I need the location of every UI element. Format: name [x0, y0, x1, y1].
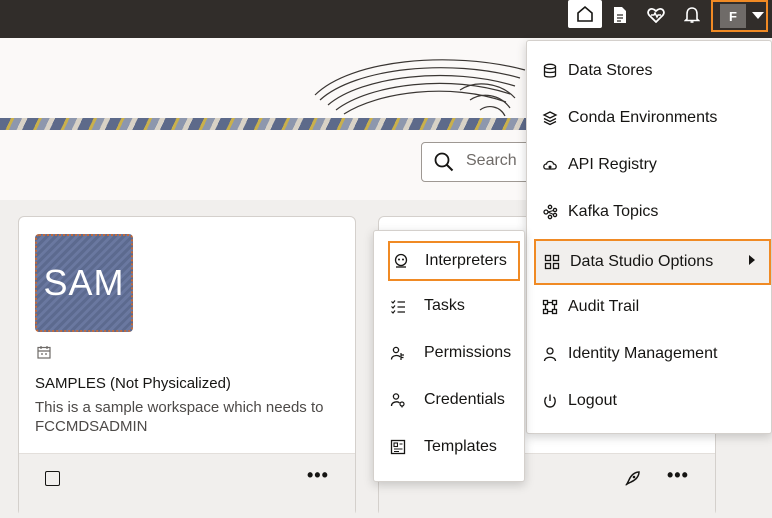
interpreter-icon: [392, 252, 410, 270]
thumbnail-text: SAM: [43, 262, 125, 303]
search-placeholder: Search: [466, 152, 517, 169]
top-bar: F: [0, 0, 772, 38]
cloud-api-icon: [541, 156, 559, 174]
documents-button[interactable]: [606, 0, 634, 30]
decorative-pattern: [0, 118, 560, 130]
rocket-icon[interactable]: [623, 470, 641, 488]
more-actions-icon[interactable]: •••: [307, 465, 329, 486]
data-studio-submenu: Interpreters Tasks Permissions Credentia…: [373, 230, 525, 482]
workspace-owner: FCCMDSADMIN: [35, 418, 148, 435]
menu-item-label: Data Studio Options: [570, 253, 714, 270]
power-icon: [541, 392, 559, 410]
kafka-icon: [541, 203, 559, 221]
submenu-item-label: Templates: [424, 438, 497, 455]
menu-item-label: Kafka Topics: [568, 203, 659, 220]
card-footer: •••: [19, 453, 355, 518]
menu-item-label: Logout: [568, 392, 617, 409]
menu-item-label: Audit Trail: [568, 298, 640, 315]
submenu-item-tasks[interactable]: Tasks: [374, 287, 524, 325]
workspace-description: This is a sample workspace which needs t…: [35, 398, 345, 436]
menu-item-label: API Registry: [568, 156, 657, 173]
menu-item-logout[interactable]: Logout: [527, 381, 771, 421]
fingerprint-illustration: [314, 59, 526, 117]
bell-icon: [684, 7, 700, 23]
menu-item-data-stores[interactable]: Data Stores: [527, 51, 771, 91]
audit-icon: [541, 298, 559, 316]
search-icon: [434, 152, 454, 172]
user-menu-caret-icon: [752, 12, 764, 19]
layers-icon: [541, 109, 559, 127]
submenu-item-label: Permissions: [424, 344, 512, 361]
menu-item-label: Conda Environments: [568, 109, 718, 126]
home-icon: [577, 5, 593, 22]
templates-icon: [389, 438, 407, 456]
user-menu-button[interactable]: F: [711, 0, 768, 32]
credentials-icon: [389, 391, 407, 409]
workspace-thumbnail: SAM: [35, 234, 133, 332]
menu-item-conda-environments[interactable]: Conda Environments: [527, 98, 771, 138]
description-text: This is a sample workspace which needs t…: [35, 399, 324, 416]
tasks-icon: [389, 297, 407, 315]
menu-item-audit-trail[interactable]: Audit Trail: [527, 287, 771, 327]
menu-item-data-studio-options[interactable]: Data Studio Options: [534, 239, 771, 285]
database-icon: [541, 62, 559, 80]
workspace-card[interactable]: SAM SAMPLES (Not Physicalized) This is a…: [18, 216, 356, 518]
health-icon: [647, 8, 665, 23]
submenu-item-label: Tasks: [424, 297, 465, 314]
document-icon: [614, 7, 626, 23]
submenu-item-credentials[interactable]: Credentials: [374, 381, 524, 419]
select-checkbox[interactable]: [45, 471, 60, 486]
health-button[interactable]: [642, 0, 670, 30]
avatar: F: [720, 4, 746, 28]
submenu-arrow-icon: [749, 255, 755, 265]
menu-item-label: Data Stores: [568, 62, 653, 79]
home-button[interactable]: [568, 0, 602, 28]
data-studio-icon: [543, 253, 561, 271]
calendar-icon: [37, 346, 51, 359]
person-icon: [541, 345, 559, 363]
notifications-button[interactable]: [678, 0, 706, 30]
submenu-item-interpreters[interactable]: Interpreters: [388, 241, 520, 281]
permissions-icon: [389, 344, 407, 362]
workspace-title[interactable]: SAMPLES (Not Physicalized): [35, 375, 231, 392]
submenu-item-permissions[interactable]: Permissions: [374, 334, 524, 372]
menu-item-identity-management[interactable]: Identity Management: [527, 334, 771, 374]
menu-item-kafka-topics[interactable]: Kafka Topics: [527, 192, 771, 232]
menu-item-api-registry[interactable]: API Registry: [527, 145, 771, 185]
more-actions-icon-2[interactable]: •••: [667, 465, 689, 486]
submenu-item-label: Credentials: [424, 391, 505, 408]
submenu-item-label: Interpreters: [425, 252, 507, 269]
menu-item-label: Identity Management: [568, 345, 718, 362]
user-dropdown-menu: Data Stores Conda Environments API Regis…: [526, 40, 772, 434]
submenu-item-templates[interactable]: Templates: [374, 428, 524, 466]
